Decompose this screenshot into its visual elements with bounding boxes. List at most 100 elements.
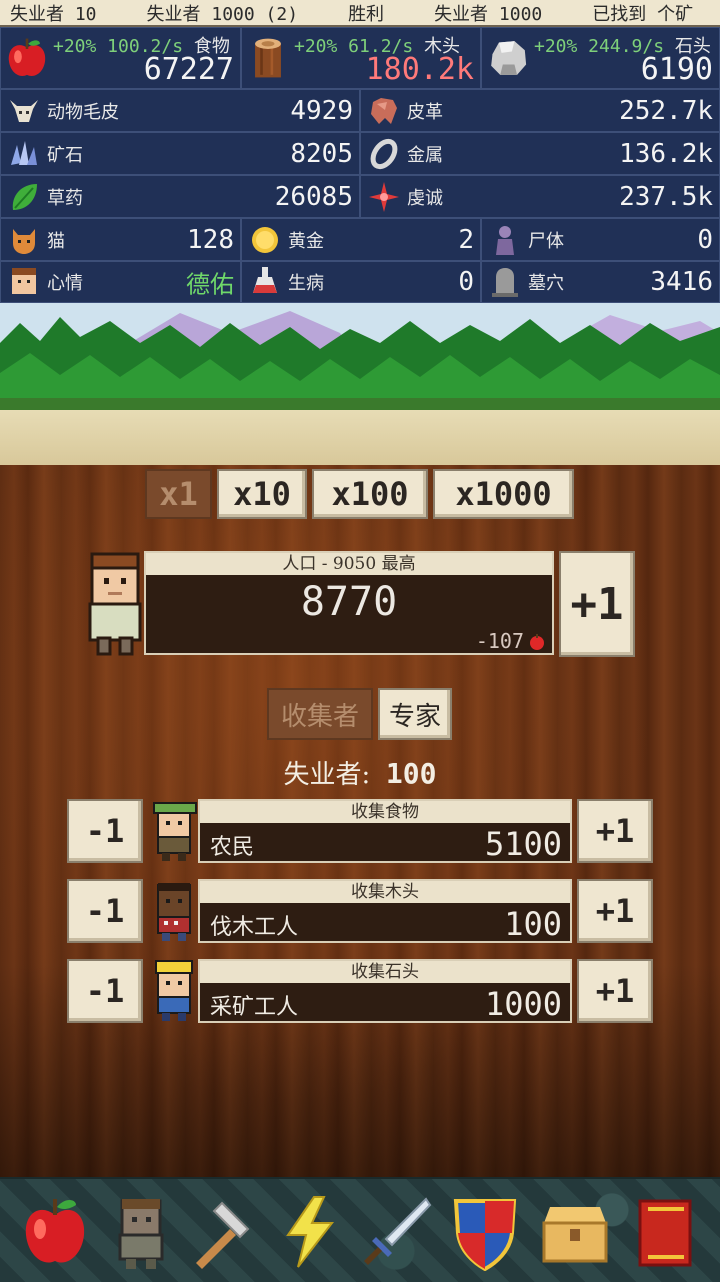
farmer-name: 农民 [210, 835, 255, 860]
apple-icon[interactable] [16, 1193, 94, 1271]
cats-resource[interactable]: 猫 128 [0, 218, 241, 261]
metal-label: 金属 [407, 144, 443, 166]
wood-amount: 180.2k [365, 52, 474, 87]
metal-resource[interactable]: 金属 136.2k [360, 132, 720, 175]
cats-label: 猫 [47, 230, 65, 252]
woodcutter-task: 收集木头 [200, 881, 570, 903]
ticker-item: 失业者 10 [10, 3, 97, 25]
woodcutter-panel: 收集木头 伐木工人 100 [198, 879, 572, 943]
skull-icon [10, 99, 38, 122]
miner-portrait-icon [155, 960, 193, 1021]
lightning-icon[interactable] [270, 1193, 348, 1271]
woodcutter-minus-button[interactable]: -1 [67, 879, 143, 943]
multiplier-x100-button[interactable]: x100 [312, 469, 428, 519]
woodcutter-count: 100 [504, 905, 562, 943]
food-resource[interactable]: +20% 100.2/s 食物 67227 [0, 27, 241, 89]
add-population-button[interactable]: +1 [559, 551, 635, 657]
farmer-minus-button[interactable]: -1 [67, 799, 143, 863]
gold-value: 2 [458, 224, 474, 255]
log-icon [255, 38, 281, 78]
shield-icon[interactable] [446, 1193, 524, 1271]
miner-minus-button[interactable]: -1 [67, 959, 143, 1023]
stone-resource[interactable]: +20% 244.9/s 石头 6190 [481, 27, 720, 89]
multiplier-x1-button[interactable]: x1 [145, 469, 212, 519]
leather-label: 皮革 [407, 101, 443, 123]
resource-panel: +20% 100.2/s 食物 67227 +20% 61.2/s 木头 180… [0, 27, 720, 303]
piety-value: 237.5k [619, 181, 713, 212]
miner-count: 1000 [484, 985, 562, 1023]
gold-coin-icon [252, 226, 278, 253]
corpses-value: 0 [697, 224, 713, 255]
farmer-plus-button[interactable]: +1 [577, 799, 653, 863]
villager-icon[interactable] [102, 1193, 180, 1271]
farmer-count: 5100 [484, 825, 562, 863]
wood-resource[interactable]: +20% 61.2/s 木头 180.2k [241, 27, 481, 89]
tab-gatherers[interactable]: 收集者 [267, 688, 373, 740]
stone-amount: 6190 [640, 52, 713, 87]
fur-value: 4929 [290, 95, 353, 126]
sword-icon[interactable] [356, 1193, 434, 1271]
mood-resource[interactable]: 心情 德佑 [0, 261, 241, 303]
idle-value: 100 [385, 757, 437, 790]
herbs-resource[interactable]: 草药 26085 [0, 175, 360, 218]
ticker-item: 已找到 个矿 [592, 3, 694, 25]
corpses-label: 尸体 [528, 230, 564, 252]
miner-name: 采矿工人 [210, 995, 299, 1020]
potion-icon [253, 267, 277, 293]
graves-resource[interactable]: 墓穴 3416 [481, 261, 720, 303]
population-value: 8770 [300, 579, 398, 625]
farmer-panel: 收集食物 农民 5100 [198, 799, 572, 863]
miner-task: 收集石头 [200, 961, 570, 983]
idle-workers: 失业者: 100 [0, 754, 720, 791]
piety-resource[interactable]: 虔诚 237.5k [360, 175, 720, 218]
tombstone-icon [492, 268, 518, 297]
multiplier-x1000-button[interactable]: x1000 [433, 469, 574, 519]
ticker-item: 失业者 1000 (2) [146, 3, 299, 25]
chest-icon[interactable] [536, 1193, 614, 1271]
multiplier-x10-button[interactable]: x10 [217, 469, 307, 519]
ore-resource[interactable]: 矿石 8205 [0, 132, 360, 175]
bottom-navigation [0, 1177, 720, 1282]
face-icon [12, 268, 36, 294]
book-icon[interactable] [626, 1193, 704, 1271]
woodcutter-plus-button[interactable]: +1 [577, 879, 653, 943]
sick-resource[interactable]: 生病 0 [241, 261, 481, 303]
cats-value: 128 [187, 224, 234, 255]
corpses-resource[interactable]: 尸体 0 [481, 218, 720, 261]
mood-value: 德佑 [186, 270, 234, 299]
stone-icon [491, 41, 527, 75]
population-header: 人口 - 9050 最高 [146, 553, 552, 575]
mood-label: 心情 [47, 273, 83, 294]
apple-icon [8, 38, 46, 76]
tab-experts[interactable]: 专家 [378, 688, 452, 740]
graves-label: 墓穴 [528, 273, 564, 294]
miner-panel: 收集石头 采矿工人 1000 [198, 959, 572, 1023]
ore-crystal-icon [11, 140, 37, 165]
sick-label: 生病 [288, 273, 324, 294]
metal-value: 136.2k [619, 138, 713, 169]
ghost-figure-icon [496, 225, 514, 255]
fur-resource[interactable]: 动物毛皮 4929 [0, 89, 360, 132]
apple-icon [530, 634, 544, 650]
hammer-icon[interactable] [186, 1193, 264, 1271]
news-ticker: 失业者 10 失业者 1000 (2) 胜利 失业者 1000 已找到 个矿 [0, 0, 720, 27]
food-amount: 67227 [143, 52, 234, 87]
population-panel: 人口 - 9050 最高 8770 -107 [144, 551, 554, 655]
gold-label: 黄金 [288, 230, 324, 252]
woodcutter-portrait-icon [157, 883, 191, 941]
farmer-portrait-icon [153, 802, 197, 861]
sick-value: 0 [458, 267, 474, 297]
idle-label: 失业者: [283, 760, 371, 790]
herbs-value: 26085 [274, 181, 353, 212]
holy-cross-icon [369, 181, 399, 212]
gold-resource[interactable]: 黄金 2 [241, 218, 481, 261]
ore-label: 矿石 [47, 144, 83, 166]
leather-resource[interactable]: 皮革 252.7k [360, 89, 720, 132]
leather-value: 252.7k [619, 95, 713, 126]
leather-icon [371, 97, 397, 124]
cat-icon [13, 228, 35, 254]
miner-plus-button[interactable]: +1 [577, 959, 653, 1023]
ticker-item: 失业者 1000 [434, 3, 543, 25]
fur-label: 动物毛皮 [47, 101, 119, 123]
metal-ring-icon [370, 138, 398, 169]
